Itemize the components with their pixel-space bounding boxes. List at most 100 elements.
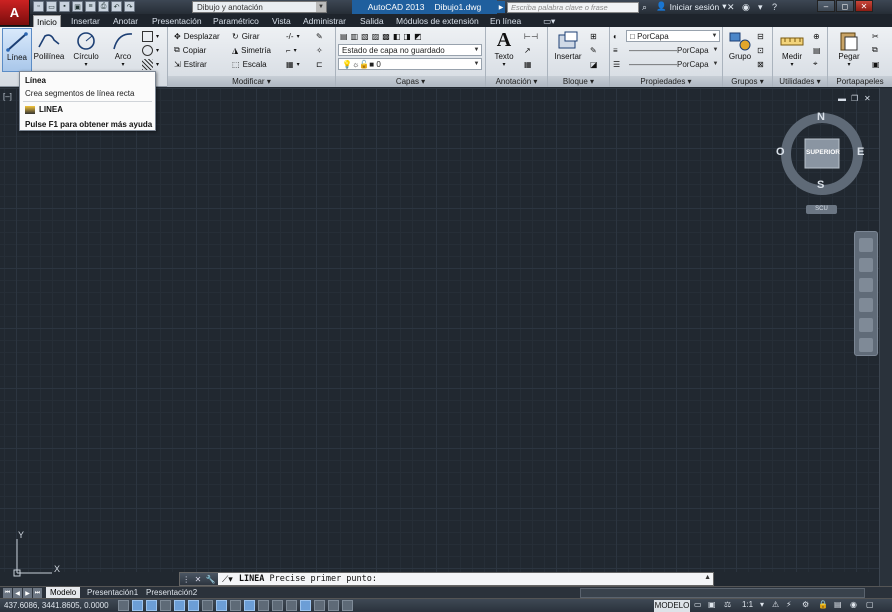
save-icon[interactable]: ▪ [59, 1, 70, 12]
viewport-restore-icon[interactable]: ❐ [851, 94, 858, 103]
command-prompt[interactable]: LINEA Precise primer punto: [233, 574, 377, 584]
isolate-icon[interactable]: ◉ [850, 600, 857, 609]
region-tool[interactable]: ▾ [142, 58, 159, 70]
rotate-button[interactable]: ↻ Girar [232, 30, 259, 42]
next-tab-arrow[interactable]: ▶ [23, 588, 32, 598]
first-tab-arrow[interactable]: ⏮ [3, 588, 12, 598]
polar-tracking-toggle[interactable] [174, 600, 185, 611]
tab-inicio[interactable]: Inicio [33, 15, 61, 27]
vertical-scrollbar[interactable] [879, 88, 892, 586]
infer-constraints-toggle[interactable] [118, 600, 129, 611]
text-button[interactable]: A Texto ▾ [488, 28, 520, 72]
annotation-scale-icon[interactable]: ⚖ [724, 600, 731, 609]
panel-title-bloque[interactable]: Bloque ▾ [548, 76, 609, 87]
saveas-icon[interactable]: ▣ [72, 1, 83, 12]
array-button[interactable]: ▦ ▾ [286, 58, 300, 70]
line-button[interactable]: Línea [2, 28, 32, 72]
arc-button[interactable]: Arco ▾ [106, 28, 140, 72]
linetype-dropdown[interactable]: ——————PorCapa ▼ [626, 44, 720, 56]
quick-view-layouts-icon[interactable]: ▭ [694, 600, 702, 609]
transparency-toggle[interactable] [272, 600, 283, 611]
match-clip-button[interactable]: ▣ [872, 58, 880, 70]
viewcube-face[interactable]: SUPERIOR [806, 149, 840, 156]
layer-state-dropdown[interactable]: Estado de capa no guardado ▼ [338, 44, 482, 56]
chevron-down-icon[interactable]: ▾ [760, 600, 764, 609]
layer-previous-icon[interactable]: ▨ [372, 32, 380, 41]
cut-button[interactable]: ✂ [872, 30, 879, 42]
lineweight-toggle[interactable] [258, 600, 269, 611]
layer-unisolate-icon[interactable]: ◧ [393, 32, 401, 41]
measure-button[interactable]: Medir ▾ [775, 28, 809, 72]
horizontal-scrollbar[interactable] [580, 588, 865, 598]
offset-button[interactable]: ⊏ [316, 58, 323, 70]
hardware-acceleration-toggle[interactable] [342, 600, 353, 611]
hardware-icon[interactable]: ▤ [834, 600, 842, 609]
quick-properties-toggle[interactable] [286, 600, 297, 611]
panel-title-propiedades[interactable]: Propiedades ▾ [610, 76, 722, 87]
showmotion-icon[interactable] [859, 318, 873, 332]
wcs-menu[interactable]: SCU [806, 205, 837, 214]
wrench-icon[interactable]: 🔧 [206, 575, 216, 584]
close-icon[interactable]: ✕ [195, 575, 202, 584]
3d-object-snap-toggle[interactable] [202, 600, 213, 611]
navbar-options-icon[interactable] [859, 338, 873, 352]
edit-block-button[interactable]: ✎ [590, 44, 597, 56]
group-select-button[interactable]: ⊠ [757, 58, 764, 70]
tab-presentacion[interactable]: Presentación [149, 15, 205, 27]
exchange-icon[interactable]: ✕ [727, 2, 735, 12]
color-dropdown[interactable]: □ PorCapa ▼ [626, 30, 720, 42]
layer-freeze-icon[interactable]: ◨ [403, 32, 411, 41]
viewport-close-icon[interactable]: ✕ [864, 94, 871, 103]
auto-scale-icon[interactable]: ⚡ [786, 600, 792, 609]
isolate-objects-toggle[interactable] [328, 600, 339, 611]
command-line[interactable]: ⋮ ✕ 🔧 ⟋▾ LINEA Precise primer punto: ▲ [179, 572, 714, 586]
prev-tab-arrow[interactable]: ◀ [13, 588, 22, 598]
panel-title-anotacion[interactable]: Anotación ▾ [486, 76, 547, 87]
title-arrow-icon[interactable]: ▶ [497, 1, 505, 13]
panel-title-grupos[interactable]: Grupos ▾ [723, 76, 772, 87]
grip-icon[interactable]: ⋮ [182, 575, 190, 584]
annotation-monitor-toggle[interactable] [314, 600, 325, 611]
quick-select-button[interactable]: ⊕ [813, 30, 820, 42]
ungroup-button[interactable]: ⊟ [757, 30, 764, 42]
hatch-tool[interactable]: ▾ [142, 44, 159, 56]
open-icon[interactable]: ▭ [46, 1, 57, 12]
tab-insertar[interactable]: Insertar [68, 15, 103, 27]
scale-button[interactable]: ⬚ Escala [232, 58, 267, 70]
group-button[interactable]: Grupo [725, 28, 755, 72]
ortho-mode-toggle[interactable] [160, 600, 171, 611]
share-icon[interactable]: ◉ [742, 2, 750, 12]
viewport-controls[interactable]: [–] [3, 92, 12, 101]
undo-icon[interactable]: ↶ [111, 1, 122, 12]
layer-properties-icon[interactable]: ▤ [340, 32, 348, 41]
steering-wheel-icon[interactable] [859, 238, 873, 252]
panel-title-capas[interactable]: Capas ▾ [336, 76, 485, 87]
tab-salida[interactable]: Salida [357, 15, 387, 27]
calculator-button[interactable]: ▤ [813, 44, 821, 56]
panel-title-utilidades[interactable]: Utilidades ▾ [773, 76, 827, 87]
last-tab-arrow[interactable]: ⏭ [33, 588, 42, 598]
compass-east[interactable]: E [857, 146, 864, 158]
id-point-button[interactable]: ⌖ [813, 58, 818, 70]
circle-button[interactable]: Círculo ▾ [69, 28, 103, 72]
print-icon[interactable]: ⎙ [98, 1, 109, 12]
dynamic-input-toggle[interactable] [244, 600, 255, 611]
application-menu-button[interactable]: A [0, 0, 30, 26]
plot-icon[interactable]: ≡ [85, 1, 96, 12]
binoculars-icon[interactable]: ⌕ [642, 2, 647, 12]
compass-north[interactable]: N [817, 111, 825, 123]
dimension-button[interactable]: ⊢⊣ [524, 30, 538, 42]
layer-match-icon[interactable]: ▧ [361, 32, 369, 41]
rectangle-tool[interactable]: ▾ [142, 30, 159, 42]
explode-button[interactable]: ✧ [316, 44, 323, 56]
tab-modulos-extension[interactable]: Módulos de extensión [393, 15, 482, 27]
attribute-button[interactable]: ◪ [590, 58, 598, 70]
workspace-dropdown[interactable]: Dibujo y anotación ▼ [192, 1, 327, 13]
signin-button[interactable]: 👤 Iniciar sesión ▾ [656, 1, 726, 12]
compass-west[interactable]: O [776, 146, 785, 158]
redo-icon[interactable]: ↷ [124, 1, 135, 12]
viewcube[interactable]: SUPERIOR N S E O [776, 111, 865, 199]
layer-isolate-icon[interactable]: ▩ [382, 32, 390, 41]
tab-en-linea[interactable]: En línea [487, 15, 524, 27]
zoom-icon[interactable] [859, 278, 873, 292]
